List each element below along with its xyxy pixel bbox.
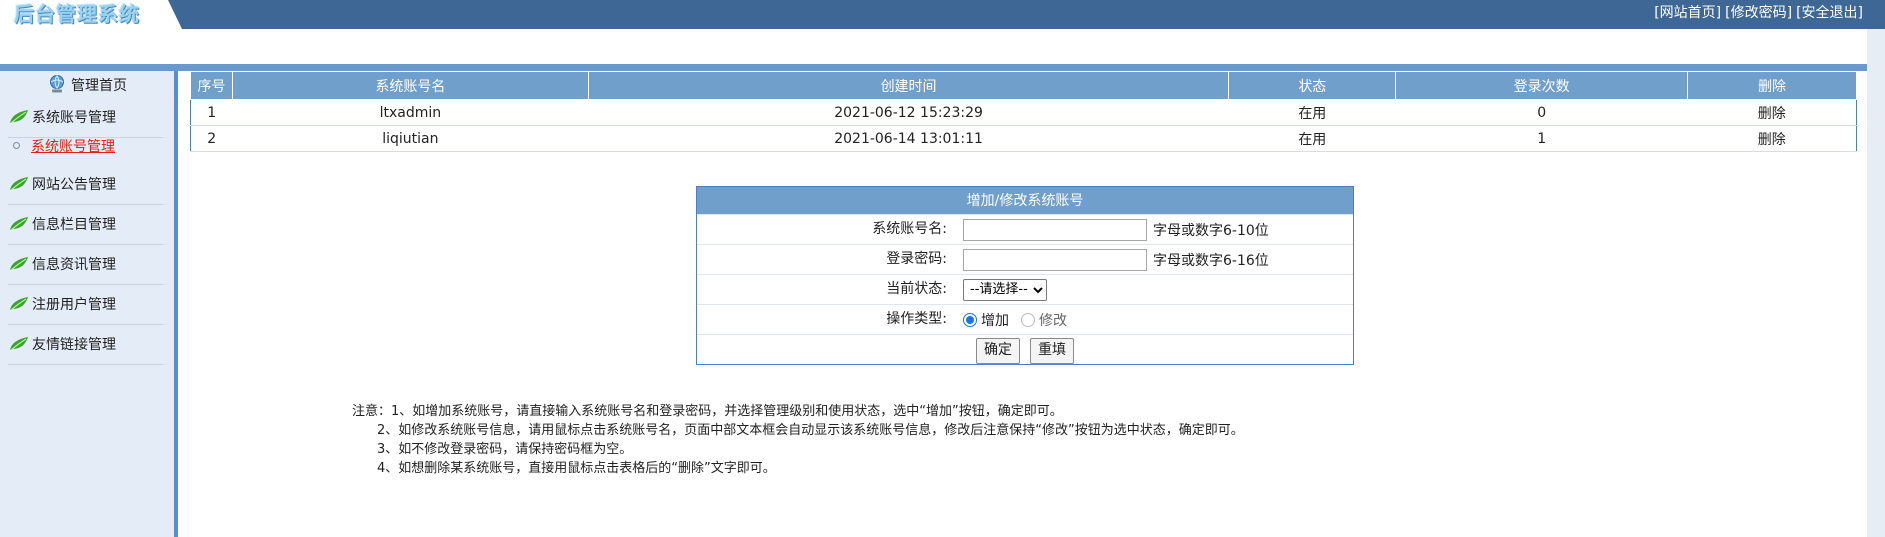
sidebar-sub-item: 系统账号管理 bbox=[13, 137, 115, 157]
form-title: 增加/修改系统账号 bbox=[697, 187, 1353, 214]
radio-unchecked-icon bbox=[1021, 312, 1035, 327]
sidebar-item-info-news[interactable]: 信息资讯管理 bbox=[8, 247, 163, 285]
add-radio[interactable]: 增加 bbox=[963, 310, 1009, 330]
table-header-row: 序号 系统账号名 创建时间 状态 登录次数 删除 bbox=[190, 71, 1857, 100]
edit-radio[interactable]: 修改 bbox=[1021, 310, 1067, 330]
cell-logins: 1 bbox=[1395, 125, 1688, 152]
reset-button[interactable]: 重填 bbox=[1030, 338, 1074, 364]
leaf-icon bbox=[8, 170, 30, 191]
col-delete-header: 删除 bbox=[1687, 71, 1857, 100]
cell-created: 2021-06-14 13:01:11 bbox=[588, 125, 1229, 152]
cell-status: 在用 bbox=[1228, 125, 1396, 152]
sidebar-item-announcements[interactable]: 网站公告管理 bbox=[8, 167, 163, 205]
table-row: 1 ltxadmin 2021-06-12 15:23:29 在用 0 删除 bbox=[190, 99, 1857, 126]
status-select[interactable]: --请选择-- bbox=[963, 278, 1047, 301]
password-hint: 字母或数字6-16位 bbox=[1153, 252, 1269, 269]
note-line: 4、如想删除某系统账号，直接用鼠标点击表格后的“删除”文字即可。 bbox=[377, 461, 776, 476]
cell-index: 1 bbox=[190, 99, 233, 126]
leaf-icon bbox=[8, 210, 30, 231]
operation-label: 操作类型: bbox=[886, 311, 947, 327]
sidebar-item-friend-links[interactable]: 友情链接管理 bbox=[8, 327, 163, 365]
cell-account-link[interactable]: liqiutian bbox=[232, 125, 589, 152]
account-form-panel: 增加/修改系统账号 系统账号名: 字母或数字6-10位 登录密码: 字母或数字6… bbox=[696, 186, 1354, 365]
note-line: 2、如修改系统账号信息，请用鼠标点击系统账号名，页面中部文本框会自动显示该系统账… bbox=[377, 423, 1244, 438]
cell-created: 2021-06-12 15:23:29 bbox=[588, 99, 1229, 126]
account-label: 系统账号名: bbox=[872, 221, 947, 237]
leaf-icon bbox=[8, 290, 30, 311]
right-scroll-edge bbox=[1867, 29, 1885, 537]
sidebar-item-label: 友情链接管理 bbox=[32, 337, 116, 353]
col-logins-header: 登录次数 bbox=[1395, 71, 1689, 100]
divider-strip bbox=[0, 64, 1867, 71]
password-label: 登录密码: bbox=[886, 251, 947, 267]
sidebar-home[interactable]: 管理首页 bbox=[0, 74, 174, 98]
add-radio-label: 增加 bbox=[981, 312, 1009, 329]
sidebar-item-label: 信息资讯管理 bbox=[32, 257, 116, 273]
note-line: 3、如不修改登录密码，请保持密码框为空。 bbox=[377, 442, 633, 457]
sidebar: 管理首页 系统账号管理 系统账号管理 网站公告管理 信息栏目管理 信息资讯管理 … bbox=[0, 71, 174, 537]
bullet-icon bbox=[13, 142, 20, 149]
delete-link[interactable]: 删除 bbox=[1687, 99, 1857, 126]
sidebar-item-system-accounts[interactable]: 系统账号管理 bbox=[8, 100, 163, 138]
delete-link[interactable]: 删除 bbox=[1687, 125, 1857, 152]
sidebar-item-label: 系统账号管理 bbox=[32, 110, 116, 126]
account-row: 系统账号名: 字母或数字6-10位 bbox=[697, 214, 1353, 244]
sidebar-item-label: 注册用户管理 bbox=[32, 297, 116, 313]
leaf-icon bbox=[8, 330, 30, 351]
logo-text: 后台管理系统 bbox=[14, 2, 140, 26]
account-name-input[interactable] bbox=[963, 218, 1147, 241]
edit-radio-label: 修改 bbox=[1039, 312, 1067, 329]
cell-account-link[interactable]: ltxadmin bbox=[232, 99, 589, 126]
cell-logins: 0 bbox=[1395, 99, 1688, 126]
sidebar-item-registered-users[interactable]: 注册用户管理 bbox=[8, 287, 163, 325]
col-index-header: 序号 bbox=[190, 71, 233, 100]
operation-row: 操作类型: 增加 修改 bbox=[697, 304, 1353, 334]
leaf-icon bbox=[8, 250, 30, 271]
status-row: 当前状态: --请选择-- bbox=[697, 274, 1353, 304]
sub-header bbox=[0, 29, 1867, 64]
button-row: 确定 重填 bbox=[697, 334, 1353, 367]
account-hint: 字母或数字6-10位 bbox=[1153, 222, 1269, 239]
header-links: [网站首页] [修改密码] [安全退出] bbox=[1650, 0, 1863, 29]
top-header: 后台管理系统 [网站首页] [修改密码] [安全退出] bbox=[0, 0, 1885, 29]
note-line: 注意：1、如增加系统账号，请直接输入系统账号名和登录密码，并选择管理级别和使用状… bbox=[352, 404, 1063, 419]
home-site-link[interactable]: [网站首页] bbox=[1654, 5, 1721, 21]
password-row: 登录密码: 字母或数字6-16位 bbox=[697, 244, 1353, 274]
table-row: 2 liqiutian 2021-06-14 13:01:11 在用 1 删除 bbox=[190, 125, 1857, 152]
instructions-notes: 注意：1、如增加系统账号，请直接输入系统账号名和登录密码，并选择管理级别和使用状… bbox=[352, 402, 1244, 478]
sidebar-item-info-columns[interactable]: 信息栏目管理 bbox=[8, 207, 163, 245]
status-label: 当前状态: bbox=[886, 281, 947, 297]
logo-area: 后台管理系统 bbox=[0, 0, 182, 29]
col-account-header: 系统账号名 bbox=[231, 71, 589, 100]
sidebar-home-label: 管理首页 bbox=[71, 78, 127, 94]
sidebar-sub-link-active[interactable]: 系统账号管理 bbox=[31, 139, 115, 155]
cell-status: 在用 bbox=[1228, 99, 1396, 126]
col-created-header: 创建时间 bbox=[587, 71, 1230, 100]
sidebar-item-label: 信息栏目管理 bbox=[32, 217, 116, 233]
leaf-icon bbox=[8, 103, 30, 124]
confirm-button[interactable]: 确定 bbox=[976, 338, 1020, 364]
accounts-table: 序号 系统账号名 创建时间 状态 登录次数 删除 1 ltxadmin 2021… bbox=[190, 71, 1857, 152]
change-password-link[interactable]: [修改密码] bbox=[1725, 5, 1792, 21]
cell-index: 2 bbox=[190, 125, 233, 152]
sidebar-border bbox=[174, 71, 178, 537]
globe-icon bbox=[47, 74, 67, 94]
sidebar-item-label: 网站公告管理 bbox=[32, 177, 116, 193]
radio-checked-icon bbox=[963, 312, 977, 327]
logout-link[interactable]: [安全退出] bbox=[1796, 5, 1863, 21]
password-input[interactable] bbox=[963, 248, 1147, 271]
col-status-header: 状态 bbox=[1228, 71, 1397, 100]
